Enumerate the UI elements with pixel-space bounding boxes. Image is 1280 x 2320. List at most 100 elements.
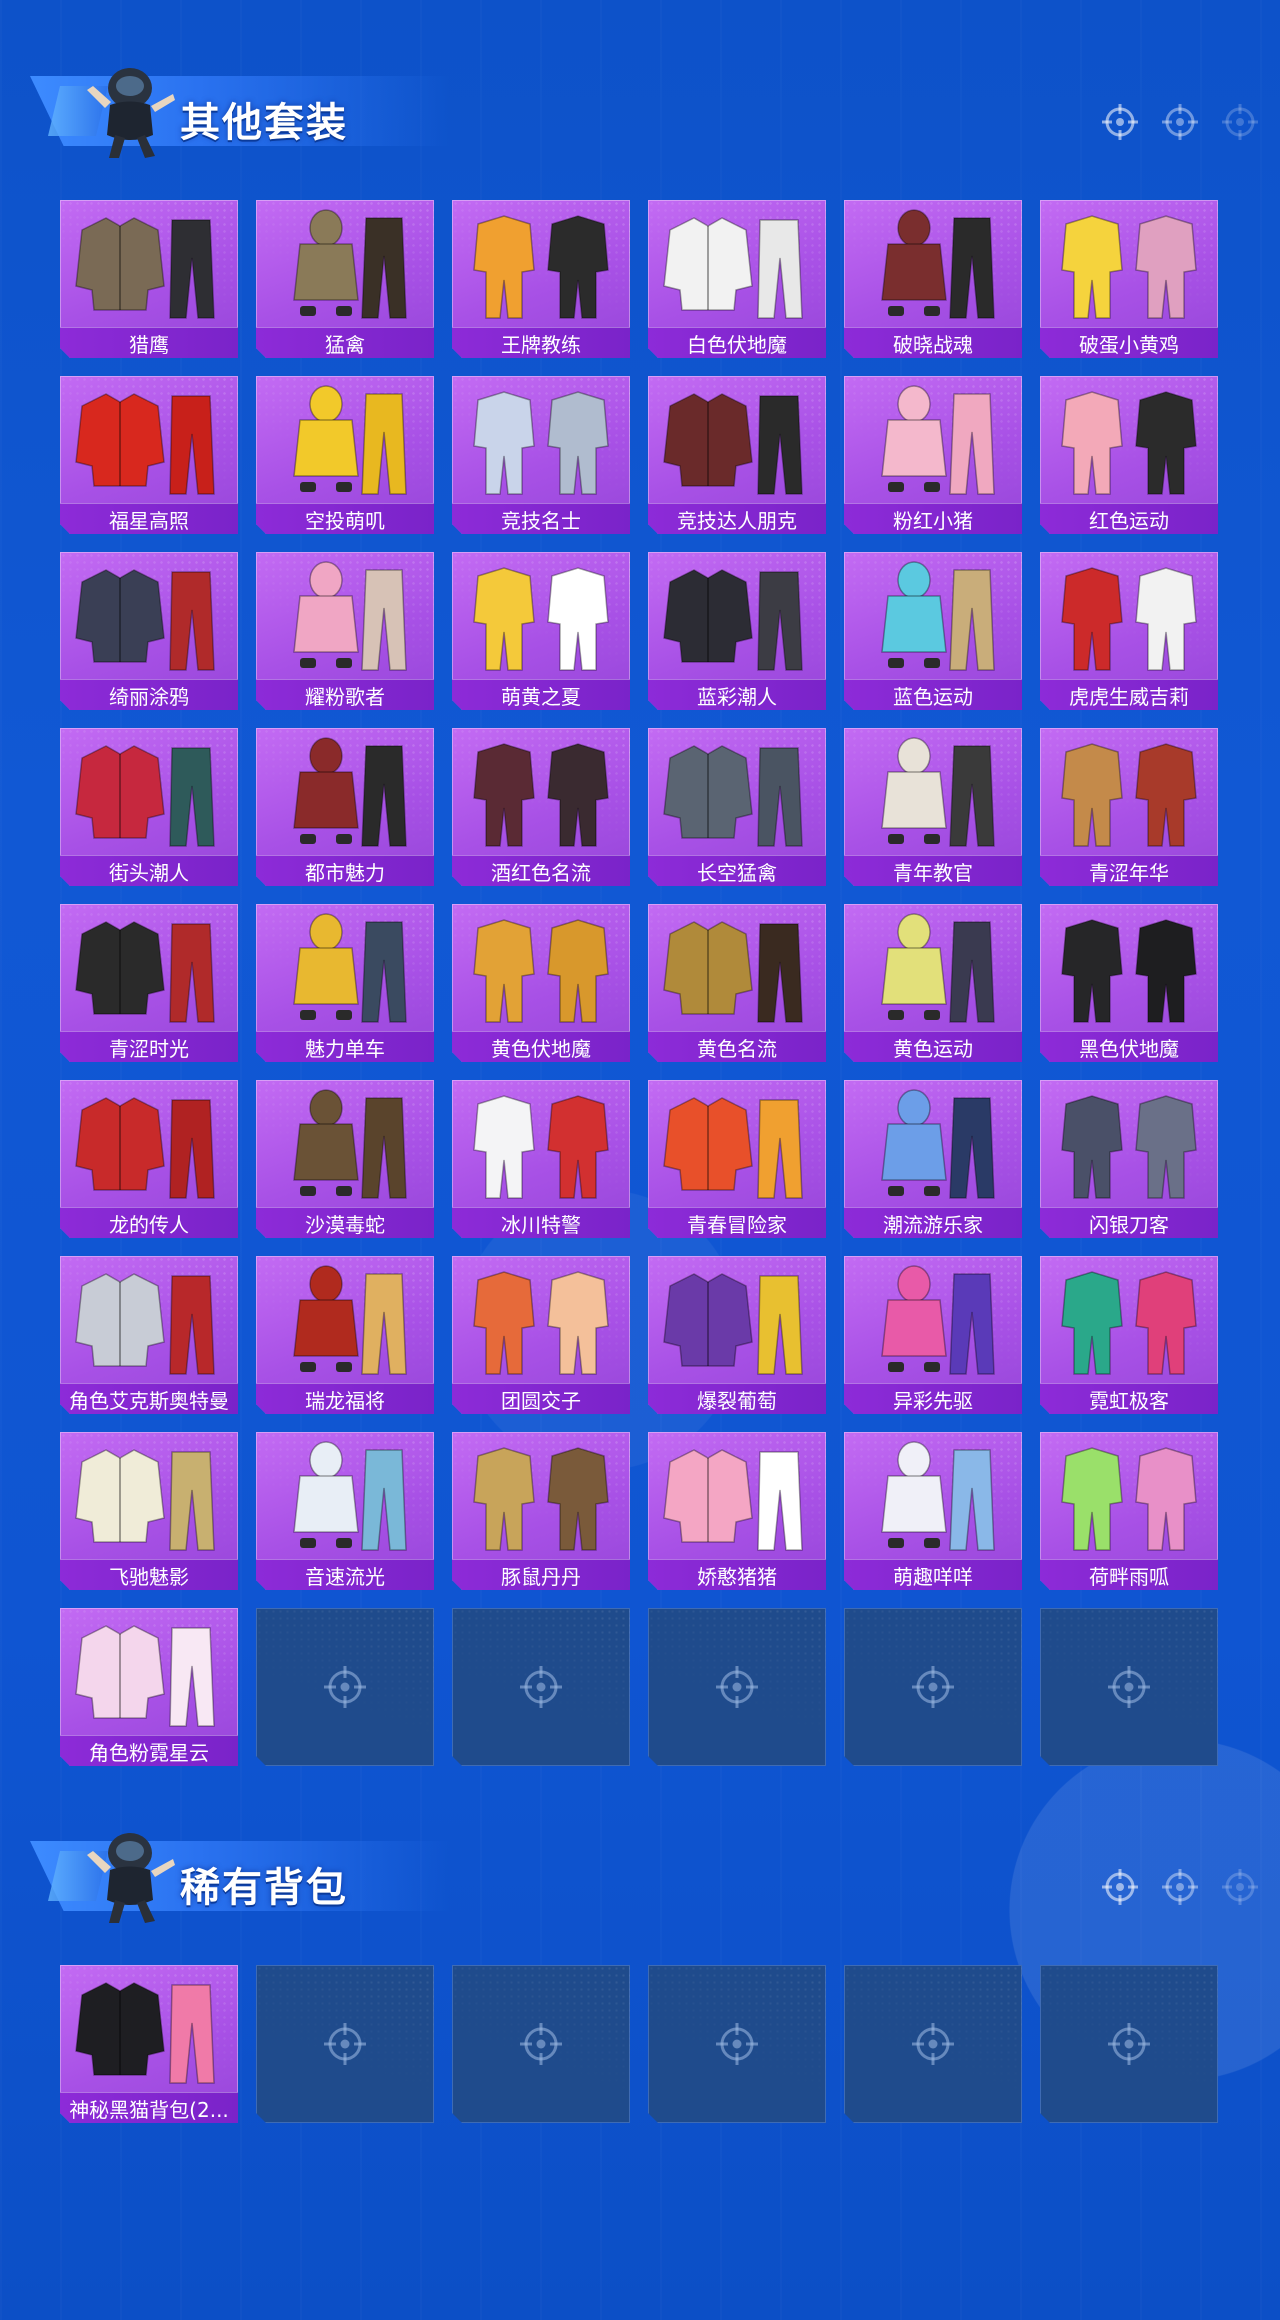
outfit-art: [1040, 904, 1218, 1032]
outfit-card[interactable]: 角色粉霓星云: [60, 1608, 238, 1766]
outfit-card[interactable]: 青涩时光: [60, 904, 238, 1062]
card-label: 龙的传人: [109, 1212, 189, 1237]
outfit-card[interactable]: 爆裂葡萄: [648, 1256, 826, 1414]
empty-slot: [256, 1965, 434, 2123]
outfit-card[interactable]: 冰川特警: [452, 1080, 630, 1238]
card-label: 虎虎生威吉莉: [1069, 684, 1189, 709]
outfit-card[interactable]: 王牌教练: [452, 200, 630, 358]
outfit-art: [648, 904, 826, 1032]
outfit-card[interactable]: 豚鼠丹丹: [452, 1432, 630, 1590]
card-label-bar: 青春冒险家: [648, 1207, 826, 1238]
outfit-card[interactable]: 闪银刀客: [1040, 1080, 1218, 1238]
card-label: 黄色伏地魔: [491, 1036, 591, 1061]
card-label-bar: 飞驰魅影: [60, 1559, 238, 1590]
outfit-card[interactable]: 飞驰魅影: [60, 1432, 238, 1590]
outfit-card[interactable]: 黄色运动: [844, 904, 1022, 1062]
outfit-card[interactable]: 白色伏地魔: [648, 200, 826, 358]
card-label-bar: 绮丽涂鸦: [60, 679, 238, 710]
card-label: 蓝色运动: [893, 684, 973, 709]
outfit-card[interactable]: 黑色伏地魔: [1040, 904, 1218, 1062]
outfit-art: [60, 200, 238, 328]
outfit-card[interactable]: 黄色名流: [648, 904, 826, 1062]
outfit-card[interactable]: 潮流游乐家: [844, 1080, 1022, 1238]
card-label-bar: 猛禽: [256, 327, 434, 358]
card-label: 萌趣咩咩: [893, 1564, 973, 1589]
card-label-bar: 黑色伏地魔: [1040, 1031, 1218, 1062]
outfit-card[interactable]: 空投萌叽: [256, 376, 434, 534]
card-label: 青春冒险家: [687, 1212, 787, 1237]
outfit-card[interactable]: 黄色伏地魔: [452, 904, 630, 1062]
card-label: 爆裂葡萄: [697, 1388, 777, 1413]
skydiver-mascot-icon: [87, 68, 175, 158]
outfit-card[interactable]: 娇憨猪猪: [648, 1432, 826, 1590]
outfit-card[interactable]: 猛禽: [256, 200, 434, 358]
card-label-bar: 破晓战魂: [844, 327, 1022, 358]
outfit-card[interactable]: 角色艾克斯奥特曼: [60, 1256, 238, 1414]
outfit-card[interactable]: 青涩年华: [1040, 728, 1218, 886]
card-label: 长空猛禽: [697, 860, 777, 885]
card-label-bar: 沙漠毒蛇: [256, 1207, 434, 1238]
outfit-card[interactable]: 都市魅力: [256, 728, 434, 886]
crosshair-icon: [713, 2020, 761, 2068]
outfit-card[interactable]: 粉红小猪: [844, 376, 1022, 534]
empty-slot: [452, 1608, 630, 1766]
card-label: 萌黄之夏: [501, 684, 581, 709]
outfit-art: [60, 1080, 238, 1208]
outfit-card[interactable]: 酒红色名流: [452, 728, 630, 886]
outfit-card[interactable]: 音速流光: [256, 1432, 434, 1590]
outfit-card[interactable]: 蓝彩潮人: [648, 552, 826, 710]
outfit-art: [648, 376, 826, 504]
outfit-card[interactable]: 破蛋小黄鸡: [1040, 200, 1218, 358]
outfit-card[interactable]: 魅力单车: [256, 904, 434, 1062]
outfit-card[interactable]: 异彩先驱: [844, 1256, 1022, 1414]
outfit-card[interactable]: 霓虹极客: [1040, 1256, 1218, 1414]
outfit-card[interactable]: 龙的传人: [60, 1080, 238, 1238]
card-label: 竞技名士: [501, 508, 581, 533]
outfit-art: [1040, 200, 1218, 328]
outfit-card[interactable]: 瑞龙福将: [256, 1256, 434, 1414]
outfit-card[interactable]: 沙漠毒蛇: [256, 1080, 434, 1238]
outfit-card[interactable]: 红色运动: [1040, 376, 1218, 534]
card-label-bar: 黄色伏地魔: [452, 1031, 630, 1062]
card-label-bar: 破蛋小黄鸡: [1040, 327, 1218, 358]
card-label-bar: 都市魅力: [256, 855, 434, 886]
outfit-card[interactable]: 福星高照: [60, 376, 238, 534]
header-reticles: [1100, 102, 1260, 142]
outfit-art: [256, 376, 434, 504]
crosshair-icon: [517, 2020, 565, 2068]
outfit-card[interactable]: 虎虎生威吉莉: [1040, 552, 1218, 710]
outfit-art: [256, 1256, 434, 1384]
outfit-card[interactable]: 耀粉歌者: [256, 552, 434, 710]
outfit-art: [452, 904, 630, 1032]
outfit-card[interactable]: 团圆交子: [452, 1256, 630, 1414]
outfit-card[interactable]: 街头潮人: [60, 728, 238, 886]
outfit-art: [452, 376, 630, 504]
outfit-card[interactable]: 青年教官: [844, 728, 1022, 886]
outfit-card[interactable]: 绮丽涂鸦: [60, 552, 238, 710]
card-label-bar: 青涩年华: [1040, 855, 1218, 886]
card-label: 福星高照: [109, 508, 189, 533]
card-label-bar: 青年教官: [844, 855, 1022, 886]
outfit-card[interactable]: 竞技名士: [452, 376, 630, 534]
outfit-art: [844, 904, 1022, 1032]
outfit-card[interactable]: 萌黄之夏: [452, 552, 630, 710]
card-label-bar: 萌黄之夏: [452, 679, 630, 710]
outfit-card[interactable]: 猎鹰: [60, 200, 238, 358]
outfit-art: [648, 1256, 826, 1384]
outfit-card[interactable]: 荷畔雨呱: [1040, 1432, 1218, 1590]
outfit-card[interactable]: 萌趣咩咩: [844, 1432, 1022, 1590]
outfit-card[interactable]: 蓝色运动: [844, 552, 1022, 710]
outfit-art: [256, 1432, 434, 1560]
outfit-art: [844, 200, 1022, 328]
outfit-art: [648, 728, 826, 856]
backpack-card[interactable]: 神秘黑猫背包(2...: [60, 1965, 238, 2123]
card-label: 闪银刀客: [1089, 1212, 1169, 1237]
outfit-card[interactable]: 青春冒险家: [648, 1080, 826, 1238]
outfit-art: [452, 728, 630, 856]
outfit-card[interactable]: 破晓战魂: [844, 200, 1022, 358]
card-label: 黄色运动: [893, 1036, 973, 1061]
outfit-art: [1040, 376, 1218, 504]
outfit-card[interactable]: 长空猛禽: [648, 728, 826, 886]
outfit-card[interactable]: 竞技达人朋克: [648, 376, 826, 534]
card-label-bar: 瑞龙福将: [256, 1383, 434, 1414]
